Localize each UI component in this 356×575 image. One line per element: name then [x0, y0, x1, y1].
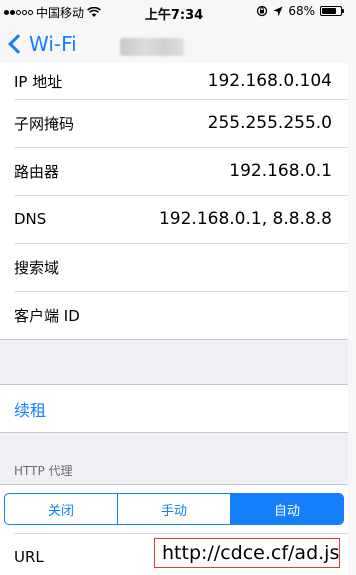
info-label: 子网掩码	[14, 114, 75, 133]
proxy-url-field[interactable]: http://cdce.cf/ad.js	[154, 538, 340, 568]
back-label: Wi-Fi	[29, 32, 77, 56]
screen-edge	[348, 0, 356, 575]
battery-icon	[320, 6, 344, 16]
http-proxy-group: 关闭 手动 自动 URL http://cdce.cf/ad.js	[0, 484, 348, 575]
info-value: 255.255.255.0	[207, 113, 332, 133]
back-button[interactable]: Wi-Fi	[6, 32, 77, 56]
info-row-dns[interactable]: DNS 192.168.0.1, 8.8.8.8	[0, 195, 348, 243]
status-bar: 中国移动 上午7:34 68%	[0, 0, 348, 24]
info-label: 路由器	[14, 162, 60, 181]
info-row-client-id[interactable]: 客户端 ID	[0, 291, 348, 339]
info-row-ip: IP 地址 192.168.0.104	[0, 63, 348, 99]
info-label: DNS	[14, 210, 47, 228]
info-label: 客户端 ID	[14, 306, 80, 325]
info-row-search-domains[interactable]: 搜索域	[0, 243, 348, 291]
info-value[interactable]: 192.168.0.1, 8.8.8.8	[159, 209, 332, 229]
location-icon	[273, 6, 283, 16]
renew-lease-group: 续租	[0, 384, 348, 433]
renew-lease-button[interactable]: 续租	[14, 397, 46, 421]
info-label: IP 地址	[14, 73, 63, 91]
screen: 中国移动 上午7:34 68% Wi-Fi IP 地址 192.168.0.10…	[0, 0, 348, 575]
proxy-mode-segmented-control: 关闭 手动 自动	[4, 493, 344, 525]
info-value: 192.168.0.1	[229, 161, 332, 181]
proxy-mode-manual[interactable]: 手动	[117, 494, 230, 524]
info-label: 搜索域	[14, 258, 60, 277]
info-value: 192.168.0.104	[207, 71, 332, 91]
proxy-mode-auto[interactable]: 自动	[230, 494, 343, 524]
info-row-subnet: 子网掩码 255.255.255.0	[0, 99, 348, 147]
info-row-router: 路由器 192.168.0.1	[0, 147, 348, 195]
chevron-left-icon	[8, 34, 28, 54]
http-proxy-header: HTTP 代理	[14, 464, 73, 478]
orientation-lock-icon	[257, 5, 268, 17]
proxy-url-row: URL http://cdce.cf/ad.js	[0, 533, 348, 575]
proxy-mode-off[interactable]: 关闭	[5, 494, 117, 524]
proxy-url-label: URL	[14, 548, 44, 566]
renew-lease-row[interactable]: 续租	[0, 385, 348, 432]
network-name-blurred	[120, 38, 184, 56]
network-info-list: IP 地址 192.168.0.104 子网掩码 255.255.255.0 路…	[0, 63, 348, 340]
battery-percent: 68%	[288, 4, 315, 18]
status-right: 68%	[256, 4, 344, 18]
